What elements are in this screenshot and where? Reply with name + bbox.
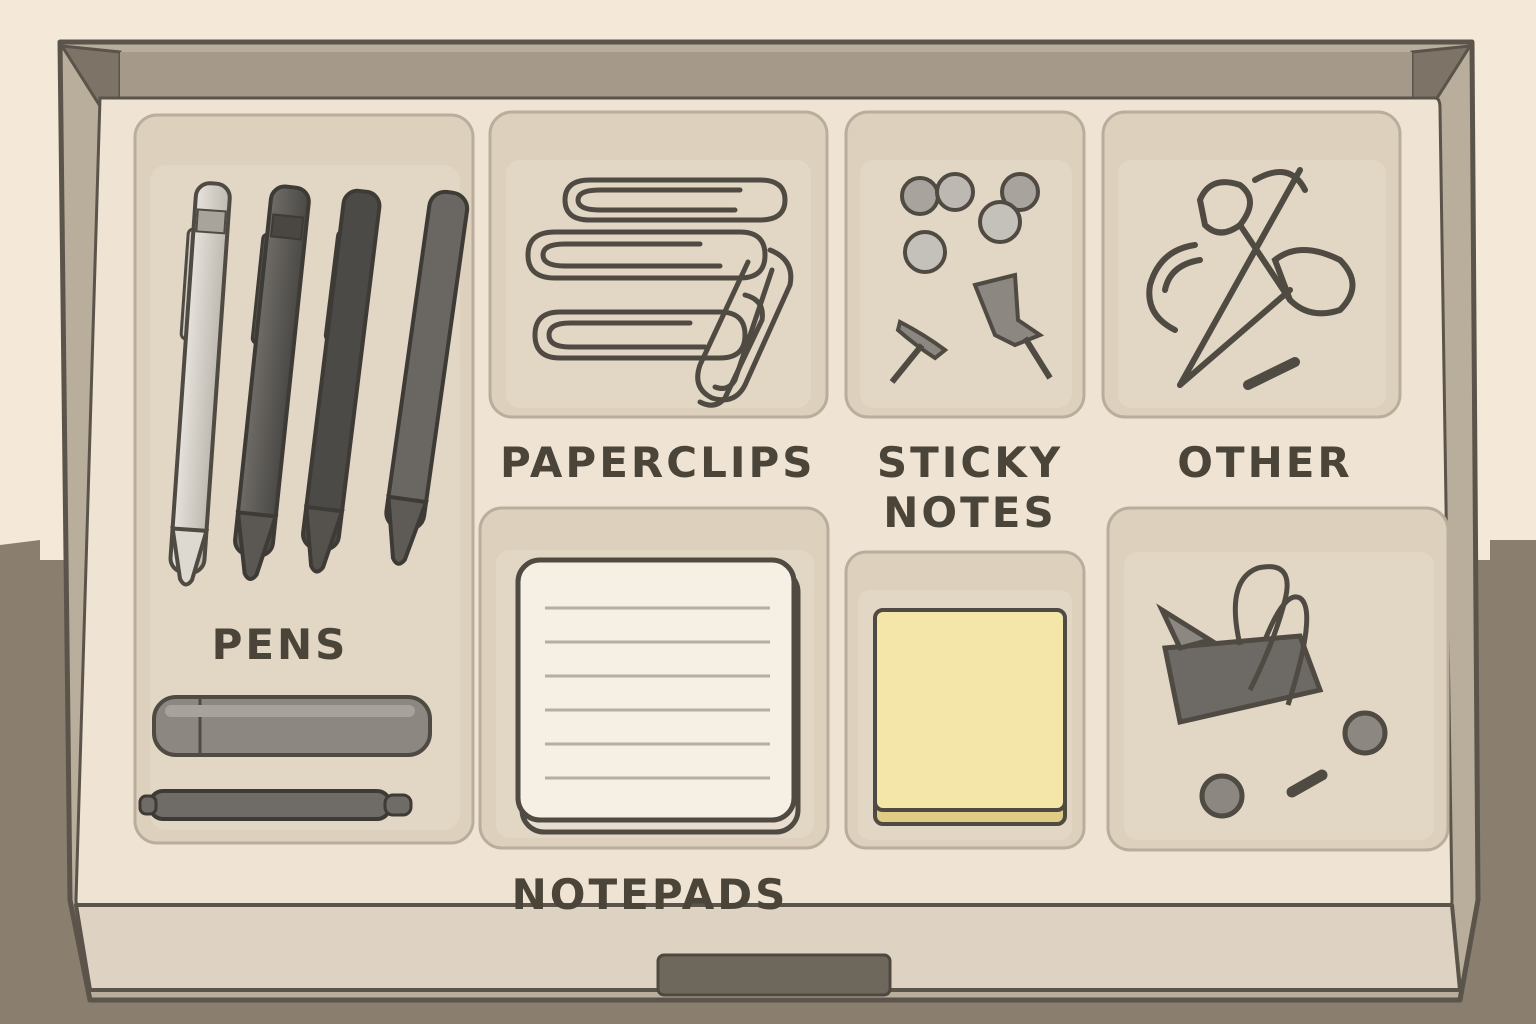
label-sticky-notes: STICKY NOTES bbox=[850, 438, 1090, 538]
pushpin-icon[interactable] bbox=[935, 172, 975, 212]
label-notepads: NOTEPADS bbox=[511, 870, 789, 919]
pushpin-icon[interactable] bbox=[1342, 710, 1388, 756]
label-sticky-line2: NOTES bbox=[883, 488, 1057, 537]
notepad-icon[interactable] bbox=[515, 557, 801, 835]
label-pens: PENS bbox=[211, 620, 349, 669]
pushpin-icon[interactable] bbox=[900, 176, 940, 216]
label-paperclips: PAPERCLIPS bbox=[500, 438, 816, 487]
pushpin-icon[interactable] bbox=[903, 230, 947, 274]
sticky-note-icon[interactable] bbox=[873, 608, 1067, 826]
marker-icon[interactable] bbox=[138, 789, 413, 821]
label-other: OTHER bbox=[1177, 438, 1353, 487]
pushpin-icon[interactable] bbox=[1199, 773, 1245, 819]
pushpin-icon[interactable] bbox=[978, 200, 1022, 244]
eraser-icon[interactable] bbox=[152, 695, 432, 757]
compartment-other-top bbox=[1101, 110, 1402, 419]
drawer-handle[interactable] bbox=[656, 953, 892, 997]
label-sticky-line1: STICKY bbox=[876, 438, 1064, 487]
